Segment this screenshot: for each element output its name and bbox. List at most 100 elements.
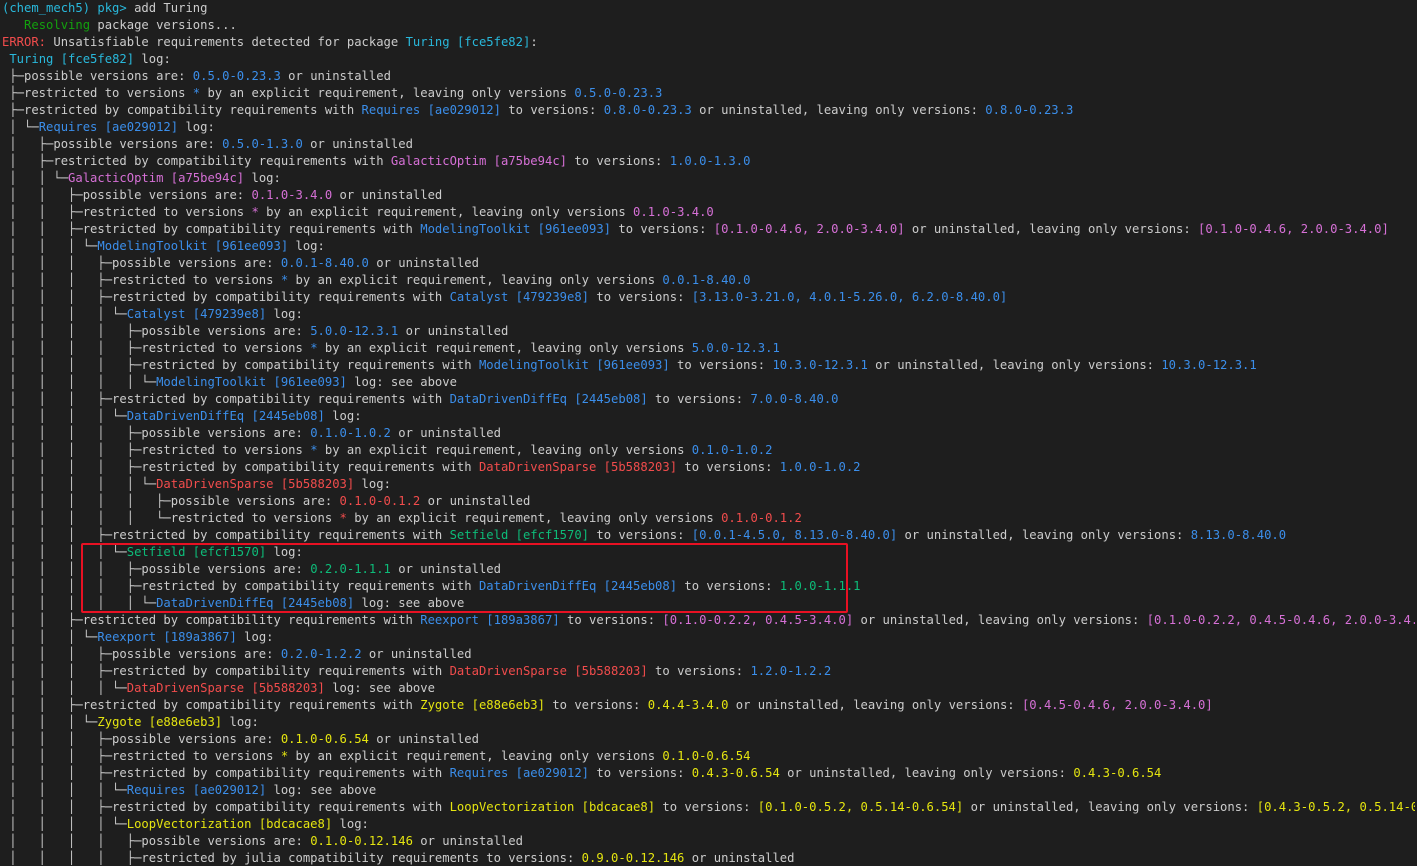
terminal-text-segment: log: (236, 630, 274, 644)
terminal-text-segment: by an explicit requirement, leaving only… (317, 341, 692, 355)
terminal-line: │ │ │ │ ├─possible versions are: 0.1.0-0… (2, 833, 1415, 850)
terminal-text-segment: GalacticOptim [a75be94c] (390, 154, 567, 168)
terminal-text-segment: LoopVectorization [bdcacae8] (449, 800, 656, 814)
terminal-line: ERROR: Unsatisfiable requirements detect… (2, 34, 1415, 51)
terminal-text-segment: log: (332, 817, 369, 831)
terminal-text-segment: or uninstalled, leaving only versions: (904, 222, 1199, 236)
terminal-text-segment: * (251, 205, 259, 219)
terminal-line: │ ├─possible versions are: 0.5.0-1.3.0 o… (2, 136, 1415, 153)
terminal-text-segment: DataDrivenDiffEq [2445eb08] (449, 392, 648, 406)
terminal-text-segment: │ │ │ ├─restricted to versions (2, 749, 281, 763)
terminal-line: │ │ │ │ │ └─ModelingToolkit [961ee093] l… (2, 374, 1415, 391)
terminal-text-segment: log: see above (324, 681, 435, 695)
terminal-text-segment: 0.1.0-1.0.2 (310, 426, 391, 440)
terminal-text-segment: or uninstalled, leaving only versions: (853, 613, 1147, 627)
terminal-text-segment: 0.4.3-0.6.54 (1073, 766, 1162, 780)
terminal-text-segment: log: see above (354, 596, 465, 610)
terminal-text-segment: │ │ │ │ │ └─ (2, 596, 157, 610)
terminal-text-segment: │ │ │ │ └─ (2, 783, 127, 797)
terminal-text-segment: 0.5.0-0.23.3 (192, 69, 281, 83)
terminal-text-segment: │ │ ├─restricted by compatibility requir… (2, 613, 421, 627)
terminal-text-segment: ├─possible versions are: (2, 69, 193, 83)
terminal-text-segment: to versions: (545, 698, 648, 712)
terminal-text-segment: Requires [ae029012] (361, 103, 501, 117)
terminal-line: │ │ │ │ ├─restricted by compatibility re… (2, 578, 1415, 595)
terminal-text-segment: [0.1.0-0.4.6, 2.0.0-3.4.0] (713, 222, 905, 236)
terminal-text-segment: DataDrivenDiffEq [2445eb08] (478, 579, 678, 593)
terminal-line: │ │ ├─possible versions are: 0.1.0-3.4.0… (2, 187, 1415, 204)
terminal-text-segment: │ │ ├─restricted by compatibility requir… (2, 222, 421, 236)
terminal-text-segment: to versions: (589, 290, 692, 304)
terminal-line: │ │ │ │ │ ├─possible versions are: 0.1.0… (2, 493, 1415, 510)
terminal-text-segment: log: (222, 715, 259, 729)
terminal-text-segment: [0.1.0-0.2.2, 0.4.5-3.4.0] (662, 613, 854, 627)
terminal-line: │ │ │ │ └─DataDrivenSparse [5b588203] lo… (2, 680, 1415, 697)
terminal-text-segment: │ │ │ │ │ └─ (2, 375, 157, 389)
terminal-text-segment: │ │ │ ├─possible versions are: (2, 647, 281, 661)
terminal-text-segment: 0.1.0-1.0.2 (691, 443, 773, 457)
terminal-text-segment: 1.0.0-1.0.2 (779, 460, 861, 474)
terminal-text-segment: LoopVectorization [bdcacae8] (126, 817, 333, 831)
terminal-text-segment: or uninstalled (302, 137, 413, 151)
terminal-text-segment: to versions: (559, 613, 663, 627)
terminal-text-segment: 0.1.0-0.1.2 (721, 511, 802, 525)
terminal-text-segment: 0.2.0-1.1.1 (310, 562, 391, 576)
terminal-text-segment: or uninstalled (280, 69, 391, 83)
terminal-text-segment: │ │ │ ├─restricted to versions (2, 273, 281, 287)
terminal-text-segment: │ │ │ └─ (2, 239, 98, 253)
terminal-text-segment: or uninstalled, leaving only versions: (691, 103, 986, 117)
terminal-line: │ │ └─GalacticOptim [a75be94c] log: (2, 170, 1415, 187)
terminal-text-segment: │ │ │ │ ├─restricted by compatibility re… (2, 460, 479, 474)
terminal-text-segment: DataDrivenDiffEq [2445eb08] (156, 596, 355, 610)
terminal-output[interactable]: (chem_mech5) pkg> add Turing Resolving p… (2, 0, 1415, 866)
terminal-line: │ ├─restricted by compatibility requirem… (2, 153, 1415, 170)
terminal-text-segment: or uninstalled, leaving only versions: (963, 800, 1257, 814)
terminal-text-segment: to versions: (677, 579, 780, 593)
terminal-text-segment: 0.8.0-0.23.3 (985, 103, 1074, 117)
terminal-text-segment: │ │ │ │ └─ (2, 817, 127, 831)
terminal-text-segment: to versions: (589, 766, 692, 780)
terminal-line: │ │ ├─restricted to versions * by an exp… (2, 204, 1415, 221)
terminal-text-segment: [0.4.3-0.5.2, 0.5.14-0.6.54] (1256, 800, 1415, 814)
terminal-line: (chem_mech5) pkg> add Turing (2, 0, 1415, 17)
terminal-line: │ │ ├─restricted by compatibility requir… (2, 697, 1415, 714)
terminal-text-segment: ModelingToolkit [961ee093] (420, 222, 612, 236)
terminal-text-segment: Requires [ae029012] (38, 120, 179, 134)
terminal-text-segment: 0.1.0-0.12.146 (310, 834, 413, 848)
terminal-text-segment: Unsatisfiable requirements detected for … (53, 35, 406, 49)
terminal-line: │ │ │ ├─possible versions are: 0.2.0-1.2… (2, 646, 1415, 663)
terminal-text-segment: to versions: (677, 460, 780, 474)
terminal-text-segment: Requires [ae029012] (126, 783, 267, 797)
terminal-line: │ │ ├─restricted by compatibility requir… (2, 221, 1415, 238)
terminal-text-segment: ModelingToolkit [961ee093] (478, 358, 670, 372)
terminal-line: │ │ │ │ ├─restricted to versions * by an… (2, 442, 1415, 459)
terminal-text-segment: │ │ └─ (2, 171, 69, 185)
terminal-text-segment: add Turing (134, 1, 208, 15)
terminal-text-segment: [0.4.5-0.4.6, 2.0.0-3.4.0] (1021, 698, 1213, 712)
terminal-text-segment: │ │ │ ├─restricted by compatibility requ… (2, 766, 450, 780)
terminal-text-segment: │ │ │ │ │ └─restricted to versions (2, 511, 340, 525)
terminal-text-segment: log: (288, 239, 325, 253)
terminal-text-segment: │ │ │ │ │ ├─possible versions are: (2, 494, 340, 508)
terminal-line: │ │ │ │ │ └─restricted to versions * by … (2, 510, 1415, 527)
terminal-text-segment: ├─restricted to versions (2, 86, 193, 100)
terminal-text-segment: 0.4.4-3.4.0 (647, 698, 729, 712)
terminal-text-segment: [0.1.0-0.4.6, 2.0.0-3.4.0] (1198, 222, 1389, 236)
terminal-text-segment: 0.1.0-3.4.0 (251, 188, 333, 202)
terminal-line: │ │ │ └─Zygote [e88e6eb3] log: (2, 714, 1415, 731)
terminal-text-segment: or uninstalled, leaving only versions: (897, 528, 1191, 542)
terminal-text-segment: Requires [ae029012] (449, 766, 590, 780)
terminal-text-segment: │ │ │ ├─restricted by compatibility requ… (2, 800, 450, 814)
terminal-text-segment: Zygote [e88e6eb3] (97, 715, 223, 729)
terminal-text-segment: by an explicit requirement, leaving only… (258, 205, 634, 219)
terminal-line: │ │ ├─restricted by compatibility requir… (2, 612, 1415, 629)
terminal-text-segment: or uninstalled, leaving only versions: (728, 698, 1022, 712)
terminal-line: │ │ │ ├─restricted by compatibility requ… (2, 391, 1415, 408)
terminal-text-segment: │ │ │ │ ├─restricted by compatibility re… (2, 579, 479, 593)
terminal-text-segment: Setfield [efcf1570] (126, 545, 267, 559)
terminal-text-segment: │ │ ├─restricted by compatibility requir… (2, 698, 421, 712)
terminal-text-segment: log: (178, 120, 215, 134)
terminal-text-segment: │ │ │ ├─restricted by compatibility requ… (2, 290, 450, 304)
terminal-line: │ │ │ │ │ └─DataDrivenDiffEq [2445eb08] … (2, 595, 1415, 612)
